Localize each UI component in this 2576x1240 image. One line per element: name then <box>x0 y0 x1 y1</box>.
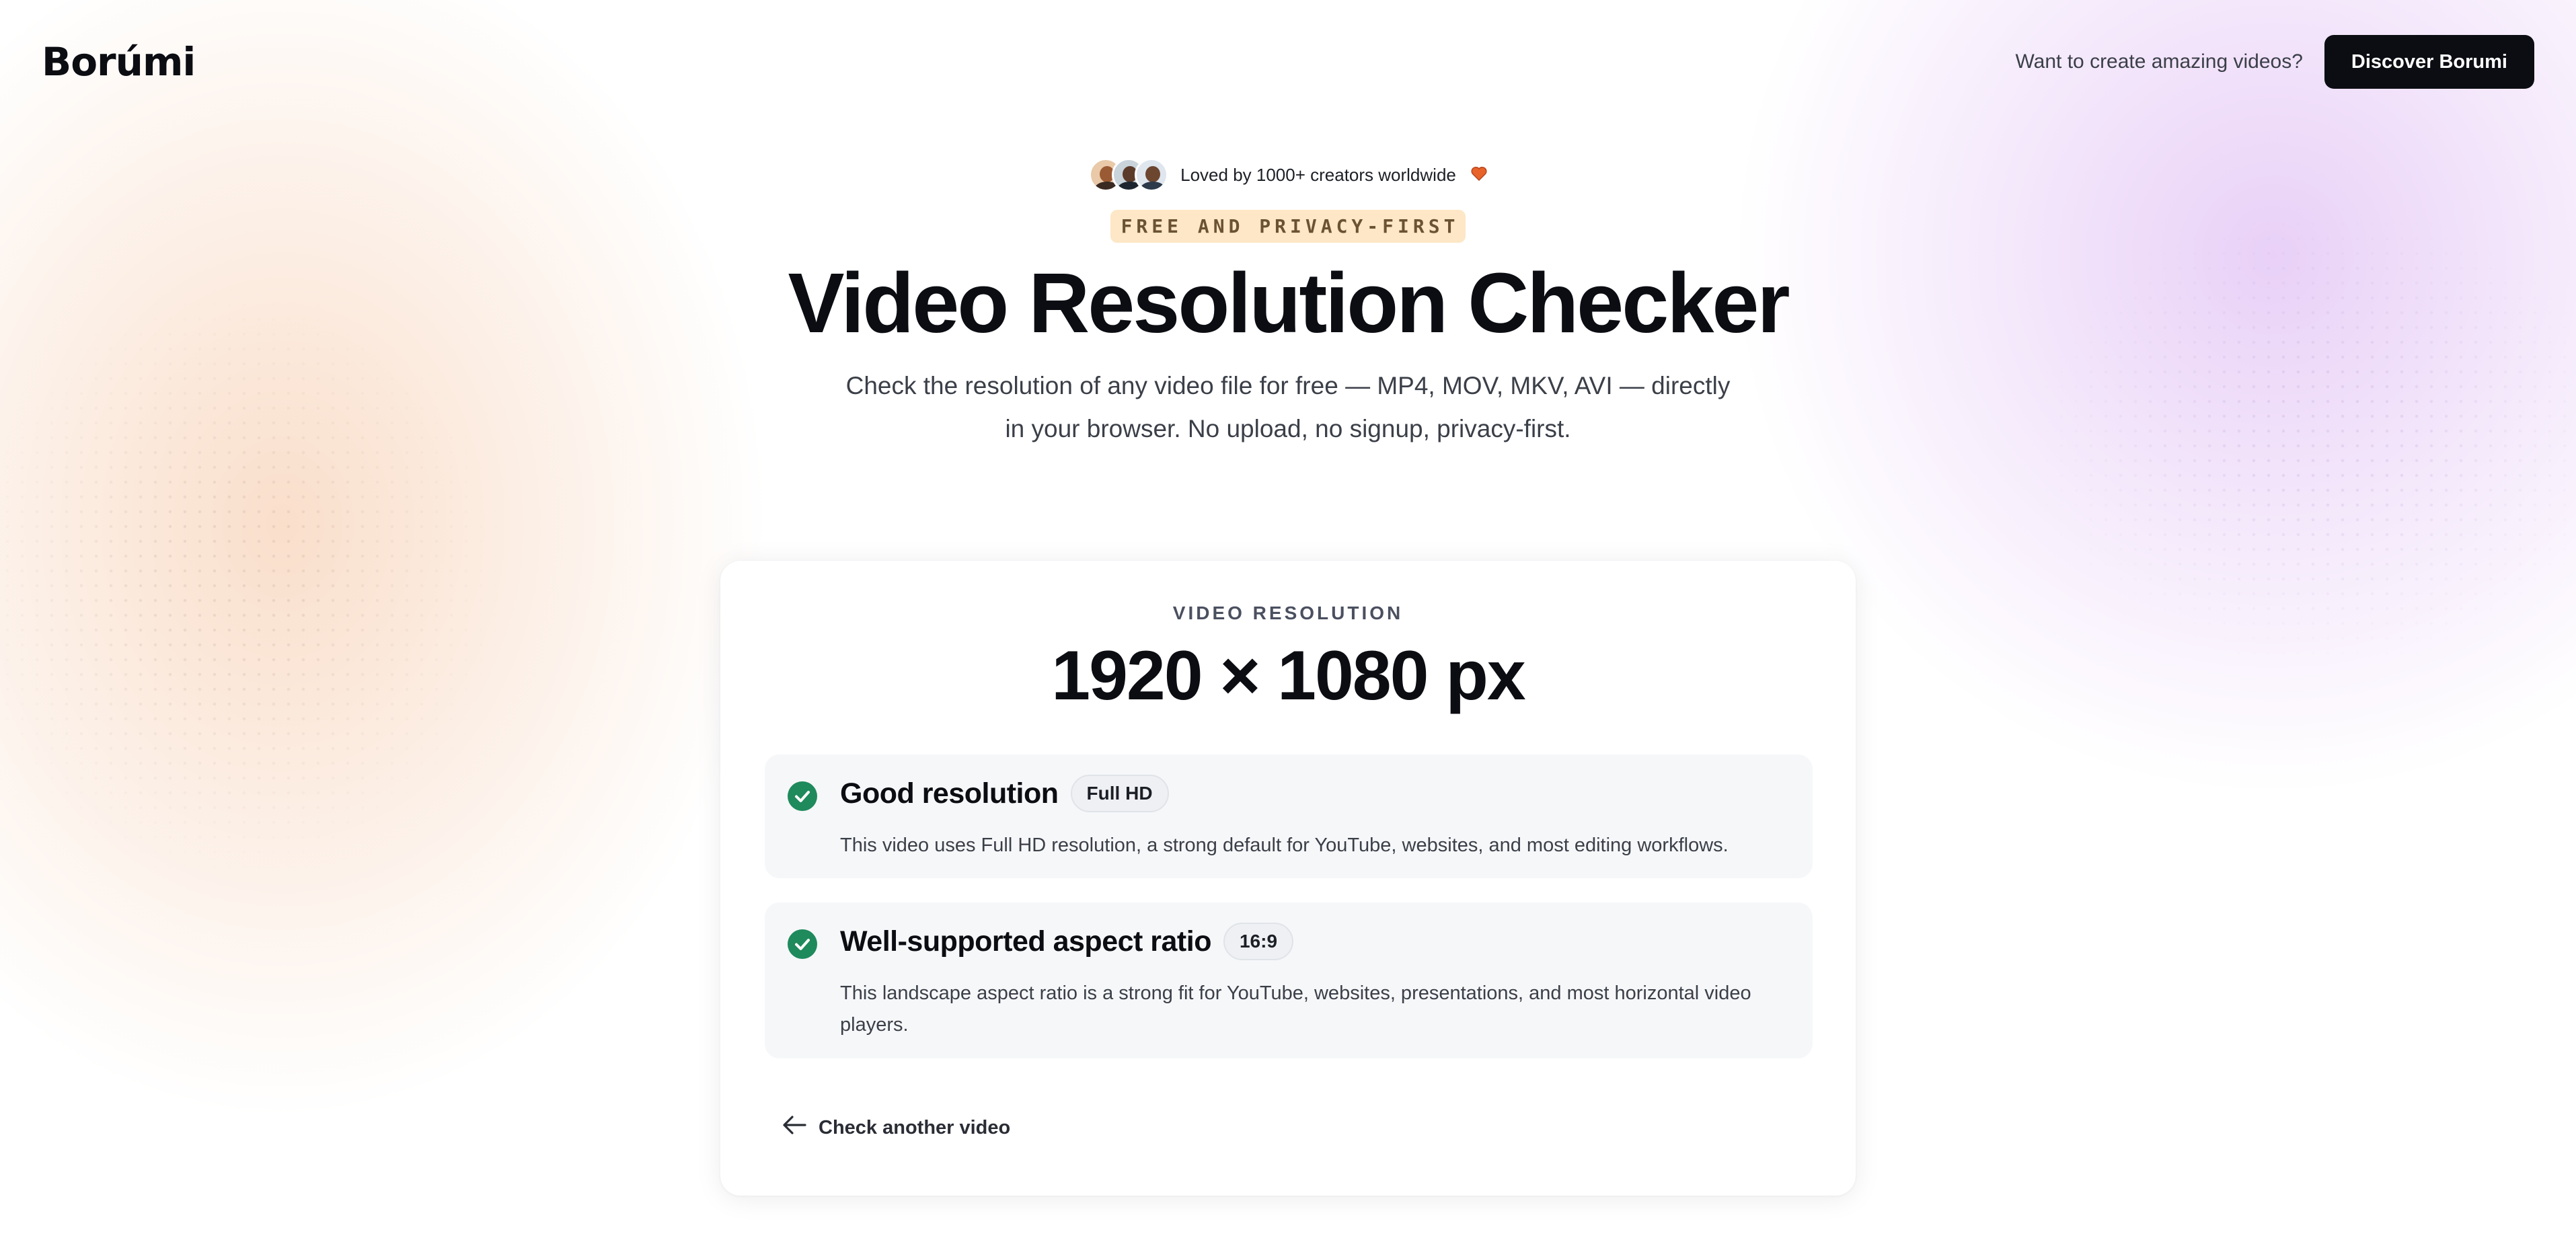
borumi-logo[interactable]: Borúmi <box>42 39 196 85</box>
social-proof: Loved by 1000+ creators worldwide <box>1089 155 1487 195</box>
check-description: This landscape aspect ratio is a strong … <box>840 982 1751 1036</box>
page-subtitle: Check the resolution of any video file f… <box>845 371 1731 442</box>
result-eyebrow: VIDEO RESOLUTION <box>1172 603 1404 623</box>
check-title: Well-supported aspect ratio <box>840 925 1211 958</box>
resolution-badge: Full HD <box>1070 775 1169 812</box>
top-bar: Borúmi Want to create amazing videos? Di… <box>0 0 2576 128</box>
result-card: VIDEO RESOLUTION 1920 × 1080 px Good res… <box>720 561 1856 1196</box>
check-item-resolution: Good resolution Full HD This video uses … <box>765 754 1813 878</box>
check-another-video-link[interactable]: Check another video <box>781 1114 1010 1142</box>
social-proof-text: Loved by 1000+ creators worldwide <box>1180 164 1456 185</box>
check-another-video-label: Check another video <box>819 1116 1011 1138</box>
check-title: Good resolution <box>840 777 1059 810</box>
page-title: Video Resolution Checker <box>788 256 1790 350</box>
check-item-aspect-ratio: Well-supported aspect ratio 16:9 This la… <box>765 902 1813 1058</box>
check-heading: Well-supported aspect ratio 16:9 <box>840 923 1294 960</box>
check-description: This video uses Full HD resolution, a st… <box>840 835 1729 856</box>
header-actions: Want to create amazing videos? Discover … <box>2015 35 2534 89</box>
tagline-badge: FREE AND PRIVACY-FIRST <box>1110 210 1466 243</box>
check-circle-icon <box>788 929 817 959</box>
hero: Loved by 1000+ creators worldwide FREE A… <box>0 155 2576 450</box>
resolution-value: 1920 × 1080 px <box>1051 637 1526 715</box>
discover-borumi-button[interactable]: Discover Borumi <box>2324 35 2534 89</box>
arrow-left-icon <box>781 1114 808 1142</box>
creator-avatars <box>1089 158 1169 192</box>
check-heading: Good resolution Full HD <box>840 775 1169 812</box>
check-circle-icon <box>788 781 817 811</box>
header-prompt: Want to create amazing videos? <box>2015 50 2303 73</box>
heart-icon <box>1471 165 1487 186</box>
aspect-ratio-badge: 16:9 <box>1223 923 1294 960</box>
avatar <box>1135 158 1169 192</box>
